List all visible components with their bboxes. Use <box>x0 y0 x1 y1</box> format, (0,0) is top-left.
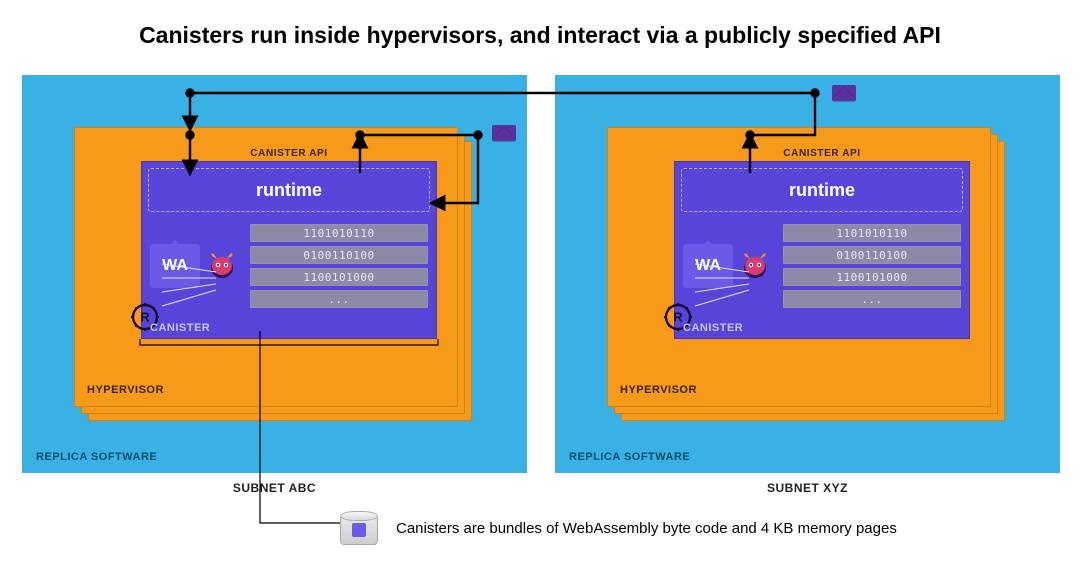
memory-row: ... <box>250 290 428 308</box>
hypervisor-label: HYPERVISOR <box>620 384 697 396</box>
subnet-block-xyz: REPLICA SOFTWARE HYPERVISOR CANISTER API… <box>555 75 1060 473</box>
runtime-box: runtime <box>148 168 430 212</box>
hypervisor-stack: HYPERVISOR CANISTER API runtime WA <box>74 127 474 425</box>
storage-drum-icon <box>340 511 378 545</box>
motoko-icon <box>206 250 238 282</box>
footnote: Canisters are bundles of WebAssembly byt… <box>340 511 1050 545</box>
subnet-block-abc: REPLICA SOFTWARE HYPERVISOR CANISTER API… <box>22 75 527 473</box>
memory-row: 1101010110 <box>250 224 428 242</box>
hypervisor-stack: HYPERVISOR CANISTER API runtime WA <box>607 127 1007 425</box>
replica-software-label: REPLICA SOFTWARE <box>36 451 157 463</box>
memory-pages: 1101010110 0100110100 1100101000 ... <box>250 224 428 308</box>
memory-row: ... <box>783 290 961 308</box>
memory-row: 1100101000 <box>783 268 961 286</box>
motoko-icon <box>739 250 771 282</box>
webassembly-badge: WA <box>683 244 733 288</box>
subnet-name-abc: SUBNET ABC <box>22 481 527 495</box>
hypervisor-card-front: HYPERVISOR CANISTER API runtime WA <box>607 127 991 407</box>
memory-row: 0100110100 <box>783 246 961 264</box>
memory-row: 1100101000 <box>250 268 428 286</box>
canister-box: runtime WA <box>141 161 437 339</box>
hypervisor-card-front: HYPERVISOR CANISTER API runtime WA <box>74 127 458 407</box>
memory-row: 0100110100 <box>250 246 428 264</box>
runtime-box: runtime <box>681 168 963 212</box>
svg-text:R: R <box>673 310 683 325</box>
webassembly-badge: WA <box>150 244 200 288</box>
canister-label: CANISTER <box>150 322 210 334</box>
memory-pages: 1101010110 0100110100 1100101000 ... <box>783 224 961 308</box>
mail-icon <box>832 85 856 101</box>
diagram-stage: REPLICA SOFTWARE HYPERVISOR CANISTER API… <box>0 63 1080 533</box>
page-title: Canisters run inside hypervisors, and in… <box>0 0 1080 63</box>
hypervisor-label: HYPERVISOR <box>87 384 164 396</box>
memory-row: 1101010110 <box>783 224 961 242</box>
canister-api-label: CANISTER API <box>141 148 437 159</box>
replica-software-label: REPLICA SOFTWARE <box>569 451 690 463</box>
canister-box: runtime WA <box>674 161 970 339</box>
footnote-text: Canisters are bundles of WebAssembly byt… <box>396 520 897 537</box>
canister-label: CANISTER <box>683 322 743 334</box>
svg-text:R: R <box>140 310 150 325</box>
canister-api-label: CANISTER API <box>674 148 970 159</box>
mail-icon <box>492 125 516 141</box>
subnet-name-xyz: SUBNET XYZ <box>555 481 1060 495</box>
